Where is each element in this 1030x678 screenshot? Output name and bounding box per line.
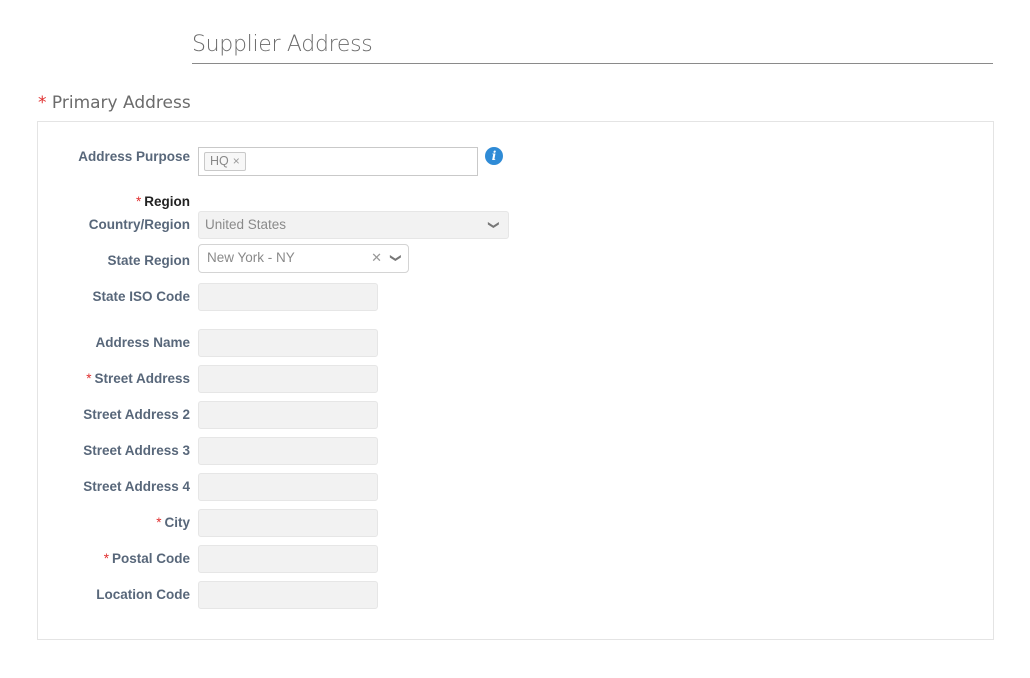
address-name-label: Address Name	[0, 329, 190, 357]
field-label-text: Street Address	[94, 371, 190, 386]
required-mark: *	[86, 371, 92, 386]
city-label: * City	[0, 509, 190, 537]
iso-label: State ISO Code	[92, 289, 190, 304]
required-mark: *	[38, 93, 47, 113]
street-address-3-label: Street Address 3	[0, 437, 190, 465]
required-mark: *	[135, 194, 142, 209]
city-row: * City	[0, 509, 190, 537]
postal-code-row: * Postal Code	[0, 545, 190, 573]
street-address-4-input[interactable]	[198, 473, 378, 501]
field-label-text: Location Code	[96, 587, 190, 602]
postal-code-label: * Postal Code	[0, 545, 190, 573]
section-title: Supplier Address	[192, 32, 993, 64]
field-label-text: City	[164, 515, 190, 530]
address-name-input[interactable]	[198, 329, 378, 357]
clear-icon[interactable]: ✕	[371, 245, 382, 271]
field-label-text: Street Address 4	[83, 479, 190, 494]
street-address-3-input[interactable]	[198, 437, 378, 465]
street-address-2-input[interactable]	[198, 401, 378, 429]
street-address-4-label: Street Address 4	[0, 473, 190, 501]
chevron-down-icon[interactable]: ❯	[382, 253, 408, 262]
street-address-label: * Street Address	[0, 365, 190, 393]
state-value: New York - NY	[207, 250, 295, 265]
address-purpose-chip: HQ ×	[204, 152, 246, 171]
street-address-2-row: Street Address 2	[0, 401, 190, 429]
state-iso-code-input[interactable]	[198, 283, 378, 311]
street-address-4-row: Street Address 4	[0, 473, 190, 501]
address-purpose-label: Address Purpose	[78, 149, 190, 164]
iso-row: State ISO Code	[0, 283, 190, 311]
chip-label: HQ	[210, 154, 229, 168]
country-row: Country/Region	[0, 211, 190, 239]
state-row: State Region	[0, 247, 190, 275]
street-address-2-label: Street Address 2	[0, 401, 190, 429]
country-label: Country/Region	[88, 217, 190, 232]
street-address-input[interactable]	[198, 365, 378, 393]
address-name-row: Address Name	[0, 329, 190, 357]
remove-chip-icon[interactable]: ×	[233, 154, 240, 168]
location-code-label: Location Code	[0, 581, 190, 609]
location-code-input[interactable]	[198, 581, 378, 609]
city-input[interactable]	[198, 509, 378, 537]
chevron-down-icon[interactable]: ❯	[480, 220, 506, 229]
group-title-text: Primary Address	[51, 93, 191, 113]
location-code-row: Location Code	[0, 581, 190, 609]
group-title: * Primary Address	[38, 93, 191, 113]
required-mark: *	[103, 551, 109, 566]
country-value: United States	[205, 217, 287, 232]
field-label-text: Address Name	[95, 335, 190, 350]
field-label-text: Street Address 3	[83, 443, 190, 458]
address-purpose-input[interactable]: HQ ×	[198, 147, 478, 176]
street-address-3-row: Street Address 3	[0, 437, 190, 465]
street-address-row: * Street Address	[0, 365, 190, 393]
info-icon[interactable]: i	[485, 147, 503, 165]
field-label-text: Postal Code	[111, 551, 190, 566]
state-label: State Region	[107, 253, 190, 268]
region-label: Region	[144, 194, 190, 209]
address-purpose-row: Address Purpose	[0, 143, 190, 171]
field-label-text: Street Address 2	[83, 407, 190, 422]
postal-code-input[interactable]	[198, 545, 378, 573]
country-select[interactable]: United States ❯	[198, 211, 509, 239]
required-mark: *	[156, 515, 162, 530]
state-select[interactable]: New York - NY ✕ ❯	[198, 244, 409, 273]
